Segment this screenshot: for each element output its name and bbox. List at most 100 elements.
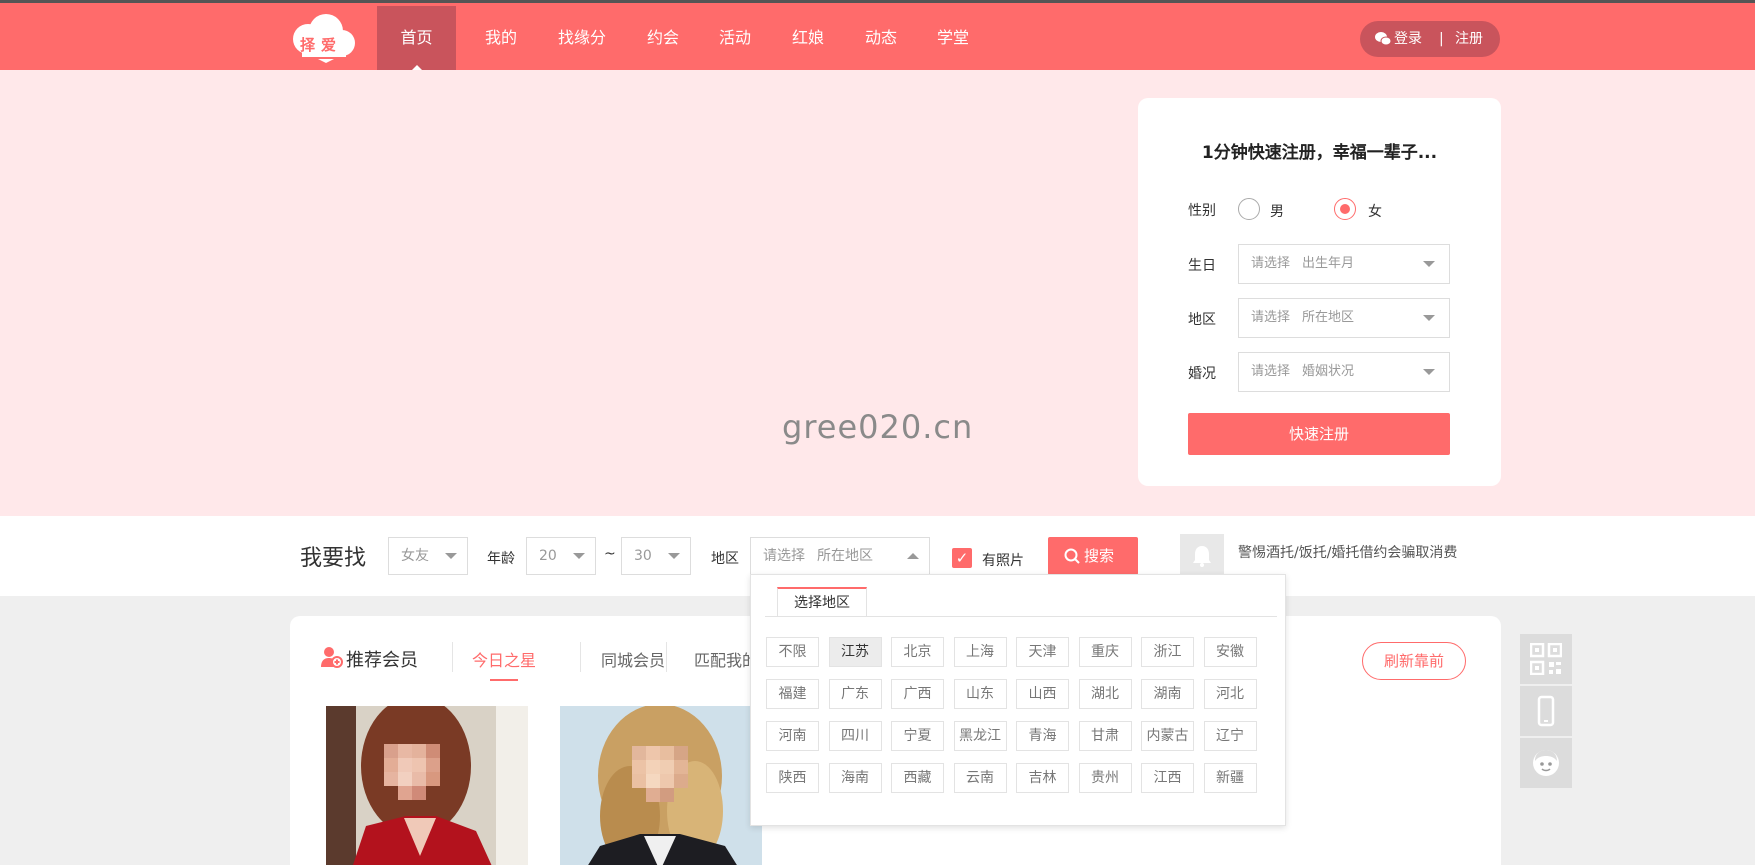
- province-option[interactable]: 江西: [1141, 763, 1194, 793]
- member-photo[interactable]: [326, 706, 528, 865]
- province-option[interactable]: 湖南: [1141, 679, 1194, 709]
- top-nav: 择爱 首页 我的 找缘分 约会 活动 红娘 动态 学堂 登录 | 注册: [0, 0, 1755, 73]
- marital-select[interactable]: 请选择 婚姻状况: [1238, 352, 1450, 392]
- age-label: 年龄: [487, 551, 515, 567]
- logo-text: 择爱: [300, 36, 343, 54]
- province-option[interactable]: 天津: [1016, 637, 1069, 667]
- province-option[interactable]: 上海: [953, 637, 1007, 667]
- province-option[interactable]: 云南: [953, 763, 1007, 793]
- tab-today-star[interactable]: 今日之星: [472, 647, 536, 681]
- member-photo[interactable]: [560, 706, 762, 865]
- region-dropdown-panel: 选择地区 不限 江苏 北京 上海 天津 重庆 浙江 安徽福建 广东 广西 山东 山西 湖北 湖南 河北河南四…: [750, 574, 1286, 826]
- tab-select-region[interactable]: 选择地区: [777, 587, 867, 617]
- user-add-icon: [320, 645, 344, 673]
- phone-icon: [1537, 695, 1555, 727]
- age-max-select[interactable]: 30: [621, 537, 691, 575]
- region-hint: 所在地区: [1302, 310, 1355, 325]
- search-region-label: 地区: [711, 551, 739, 567]
- age-min-value: 20: [539, 548, 557, 564]
- refresh-rank-button[interactable]: 刷新靠前: [1362, 642, 1466, 680]
- divider: [452, 642, 453, 672]
- chevron-down-icon: [1423, 315, 1435, 321]
- birthday-select[interactable]: 请选择 出生年月: [1238, 244, 1450, 284]
- province-option[interactable]: 吉林: [1016, 763, 1069, 793]
- gender-male-radio[interactable]: [1238, 198, 1260, 220]
- province-option[interactable]: 福建: [766, 679, 819, 709]
- province-option[interactable]: 河北: [1203, 679, 1257, 709]
- province-option[interactable]: 广西: [891, 679, 944, 709]
- chevron-down-icon: [445, 553, 457, 559]
- province-option[interactable]: 山西: [1016, 679, 1069, 709]
- search-title: 我要找: [300, 546, 367, 571]
- province-option[interactable]: 浙江: [1141, 637, 1194, 667]
- fraud-warning[interactable]: 警惕酒托/饭托/婚托借约会骗取消费: [1238, 542, 1457, 562]
- gender-female-label: 女: [1368, 204, 1382, 220]
- notice-bell: [1180, 534, 1224, 578]
- customer-service-button[interactable]: [1520, 738, 1572, 788]
- divider: [580, 642, 581, 672]
- tab-matched-me[interactable]: 匹配我的: [694, 647, 758, 671]
- quick-register-button[interactable]: 快速注册: [1188, 413, 1450, 455]
- nav-item-matchmaker[interactable]: 红娘: [783, 6, 833, 73]
- age-range-tilde: ~: [604, 546, 616, 562]
- target-value: 女友: [401, 548, 429, 564]
- province-option[interactable]: 北京: [891, 637, 944, 667]
- register-title: 1分钟快速注册，幸福一辈子...: [1201, 143, 1438, 163]
- province-option[interactable]: 河南: [766, 721, 819, 751]
- divider: [666, 642, 667, 672]
- nav-item-feed[interactable]: 动态: [856, 6, 906, 73]
- province-option[interactable]: 宁夏: [891, 721, 944, 751]
- nav-item-dating[interactable]: 约会: [638, 6, 688, 73]
- province-option[interactable]: 海南: [828, 763, 882, 793]
- search-button-label: 搜索: [1084, 547, 1115, 565]
- logo[interactable]: 择爱: [288, 13, 358, 63]
- province-option[interactable]: 广东: [828, 679, 882, 709]
- chevron-up-icon: [907, 553, 919, 559]
- tab-same-city[interactable]: 同城会员: [583, 647, 683, 671]
- search-region-select[interactable]: 请选择 所在地区: [750, 537, 930, 575]
- province-option[interactable]: 辽宁: [1203, 721, 1257, 751]
- register-link[interactable]: 注册: [1455, 21, 1483, 57]
- nav-item-academy[interactable]: 学堂: [928, 6, 978, 73]
- province-option[interactable]: 湖北: [1078, 679, 1132, 709]
- mobile-app-button[interactable]: [1520, 686, 1572, 736]
- province-option[interactable]: 西藏: [891, 763, 944, 793]
- members-title: 推荐会员: [346, 650, 418, 671]
- province-option[interactable]: 江苏: [828, 637, 882, 667]
- has-photo-label: 有照片: [982, 553, 1024, 569]
- province-option[interactable]: 重庆: [1078, 637, 1132, 667]
- qr-code-button[interactable]: [1520, 634, 1572, 684]
- target-select[interactable]: 女友: [388, 537, 468, 575]
- marital-label: 婚况: [1188, 366, 1216, 382]
- province-option[interactable]: 不限: [766, 637, 819, 667]
- province-option[interactable]: 内蒙古: [1141, 721, 1194, 751]
- nav-item-home[interactable]: 首页: [377, 6, 456, 73]
- province-option[interactable]: 贵州: [1078, 763, 1132, 793]
- province-option[interactable]: 青海: [1016, 721, 1069, 751]
- search-region-hint: 所在地区: [817, 548, 873, 564]
- province-option[interactable]: 山东: [953, 679, 1007, 709]
- province-option[interactable]: 陕西: [766, 763, 819, 793]
- wechat-icon: [1374, 21, 1392, 71]
- birthday-hint: 出生年月: [1302, 256, 1355, 271]
- nav-item-events[interactable]: 活动: [710, 6, 760, 73]
- search-region-placeholder: 请选择: [763, 548, 805, 564]
- province-option[interactable]: 黑龙江: [953, 721, 1007, 751]
- province-option[interactable]: 四川: [828, 721, 882, 751]
- nav-item-mine[interactable]: 我的: [476, 6, 526, 73]
- province-option[interactable]: 甘肃: [1078, 721, 1132, 751]
- chevron-down-icon: [573, 553, 585, 559]
- search-button[interactable]: 搜索: [1048, 537, 1138, 575]
- age-min-select[interactable]: 20: [526, 537, 596, 575]
- region-placeholder: 请选择: [1251, 310, 1291, 325]
- has-photo-checkbox[interactable]: ✓: [952, 548, 972, 568]
- marital-hint: 婚姻状况: [1302, 364, 1355, 379]
- gender-female-radio[interactable]: [1334, 198, 1356, 220]
- province-option[interactable]: 安徽: [1203, 637, 1257, 667]
- login-register-pill: 登录 | 注册: [1360, 21, 1500, 57]
- region-select[interactable]: 请选择 所在地区: [1238, 298, 1450, 338]
- province-option[interactable]: 新疆: [1203, 763, 1257, 793]
- login-link[interactable]: 登录: [1394, 21, 1422, 57]
- region-label: 地区: [1188, 312, 1216, 328]
- nav-item-find-match[interactable]: 找缘分: [552, 6, 612, 73]
